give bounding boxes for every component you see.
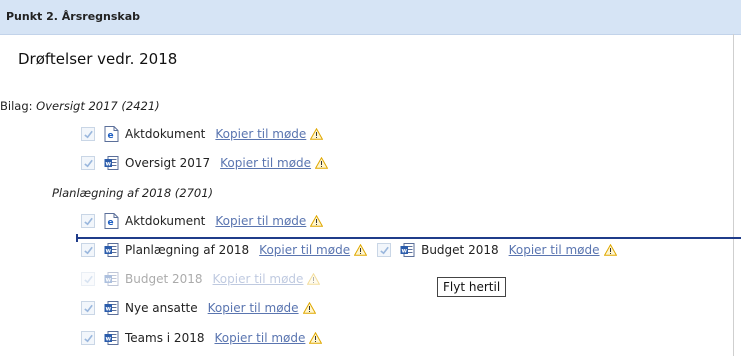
list-item[interactable]: w Nye ansatte Kopier til møde xyxy=(81,298,316,318)
drop-tooltip: Flyt hertil xyxy=(437,277,507,297)
warning-icon xyxy=(309,332,323,344)
svg-text:w: w xyxy=(106,277,112,284)
item-label: Budget 2018 xyxy=(421,243,499,257)
list-item[interactable]: w Planlægning af 2018 Kopier til møde w … xyxy=(81,240,617,260)
checkbox[interactable] xyxy=(81,243,95,257)
warning-icon xyxy=(307,273,321,285)
svg-text:e: e xyxy=(108,131,114,141)
warning-icon xyxy=(302,302,316,314)
agenda-item-title: Punkt 2. Årsregnskab xyxy=(6,10,141,23)
edge-document-icon: e xyxy=(104,126,119,142)
drop-indicator-line xyxy=(76,234,741,242)
item-label: Teams i 2018 xyxy=(125,331,205,345)
copy-to-meeting-link[interactable]: Kopier til møde xyxy=(214,331,305,345)
word-document-icon: w xyxy=(104,330,119,346)
attachment-prefix: Bilag: xyxy=(0,99,37,113)
checkbox[interactable] xyxy=(81,301,95,315)
item-label: Nye ansatte xyxy=(125,301,198,315)
word-document-icon: w xyxy=(104,155,119,171)
svg-text:w: w xyxy=(106,161,112,168)
checkbox[interactable] xyxy=(81,214,95,228)
section-heading: Drøftelser vedr. 2018 xyxy=(18,50,178,68)
attachment-subgroup-label: Planlægning af 2018 (2701) xyxy=(52,186,214,200)
svg-text:w: w xyxy=(106,248,112,255)
checkbox[interactable] xyxy=(81,331,95,345)
list-item[interactable]: w Teams i 2018 Kopier til møde xyxy=(81,328,323,348)
word-document-icon: w xyxy=(104,242,119,258)
word-document-icon: w xyxy=(104,271,119,287)
checkbox[interactable] xyxy=(81,156,95,170)
copy-to-meeting-link[interactable]: Kopier til møde xyxy=(220,156,311,170)
attachment-name: Oversigt 2017 (2421) xyxy=(36,99,160,113)
checkbox[interactable] xyxy=(81,127,95,141)
list-item-dragged[interactable]: w Budget 2018 Kopier til møde xyxy=(81,269,321,289)
copy-to-meeting-link[interactable]: Kopier til møde xyxy=(509,243,600,257)
agenda-item-header: Punkt 2. Årsregnskab xyxy=(0,0,741,35)
item-label: Aktdokument xyxy=(125,127,206,141)
svg-text:e: e xyxy=(108,218,114,228)
svg-text:w: w xyxy=(106,306,112,313)
warning-icon xyxy=(310,128,324,140)
word-document-icon: w xyxy=(104,300,119,316)
item-label: Oversigt 2017 xyxy=(125,156,211,170)
warning-icon xyxy=(354,244,368,256)
copy-to-meeting-link[interactable]: Kopier til møde xyxy=(215,127,306,141)
item-label: Planlægning af 2018 xyxy=(125,243,250,257)
attachment-group-label: Bilag: Oversigt 2017 (2421) xyxy=(0,99,160,113)
checkbox[interactable] xyxy=(377,243,392,257)
list-item[interactable]: e Aktdokument Kopier til møde xyxy=(81,124,324,144)
svg-text:w: w xyxy=(402,248,408,255)
list-item[interactable]: w Oversigt 2017 Kopier til møde xyxy=(81,153,329,173)
copy-to-meeting-link[interactable]: Kopier til møde xyxy=(213,272,304,286)
checkbox[interactable] xyxy=(81,272,95,286)
warning-icon xyxy=(315,157,329,169)
edge-document-icon: e xyxy=(104,213,119,229)
svg-text:w: w xyxy=(106,336,112,343)
copy-to-meeting-link[interactable]: Kopier til møde xyxy=(259,243,350,257)
list-item[interactable]: e Aktdokument Kopier til møde xyxy=(81,211,324,231)
item-label: Aktdokument xyxy=(125,214,206,228)
copy-to-meeting-link[interactable]: Kopier til møde xyxy=(215,214,306,228)
word-document-icon: w xyxy=(400,242,415,258)
copy-to-meeting-link[interactable]: Kopier til møde xyxy=(208,301,299,315)
warning-icon xyxy=(603,244,617,256)
item-label: Budget 2018 xyxy=(125,272,203,286)
warning-icon xyxy=(310,215,324,227)
panel-divider xyxy=(733,34,734,356)
